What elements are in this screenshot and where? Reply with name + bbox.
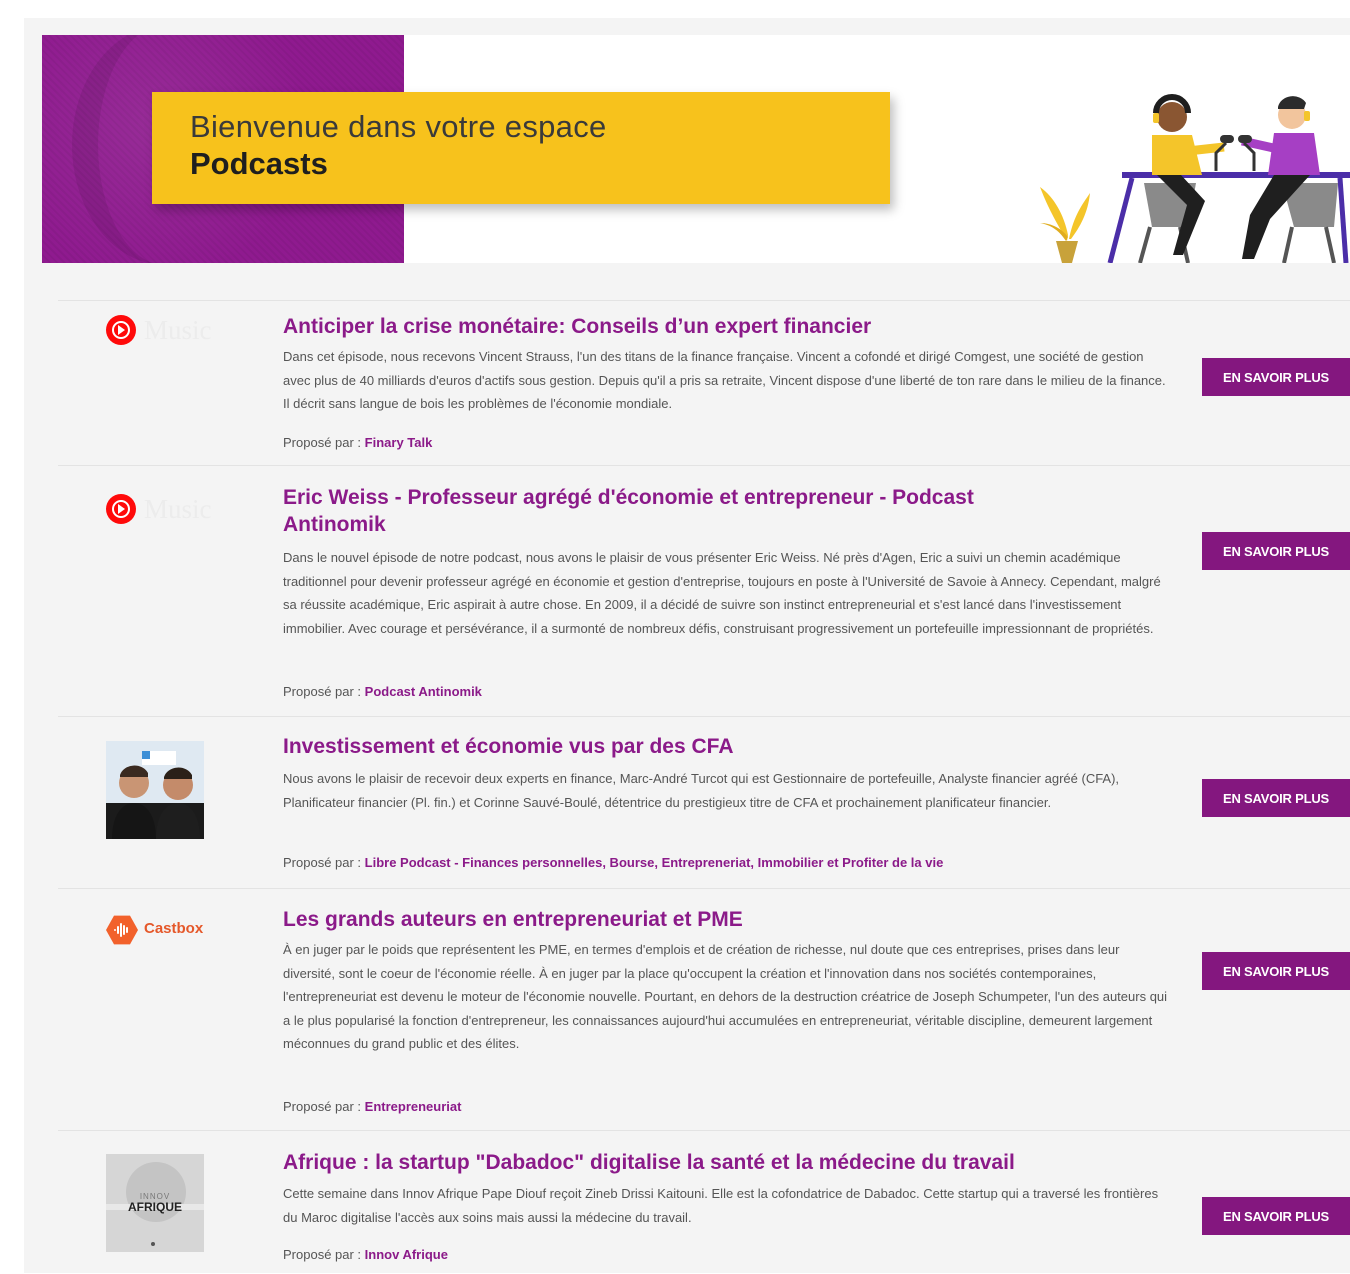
learn-more-button[interactable]: EN SAVOIR PLUS [1202,952,1350,990]
proposed-by-label: Proposé par : [283,1099,365,1114]
podcast-author[interactable]: Libre Podcast - Finances personnelles, B… [365,855,944,870]
podcast-author-line: Proposé par : Podcast Antinomik [283,684,482,699]
proposed-by-label: Proposé par : [283,1247,365,1262]
innov-afrique-cover: INNOV AFRIQUE [106,1154,204,1252]
proposed-by-label: Proposé par : [283,855,365,870]
podcast-description: Nous avons le plaisir de recevoir deux e… [283,771,1120,810]
youtube-music-logo: Music [106,313,216,347]
podcasts-page: Bienvenue dans votre espace Podcasts Mus… [24,18,1350,1273]
castbox-icon [106,915,138,945]
podcast-description: À en juger par le poids que représentent… [283,942,1168,1051]
libre-podcast-cover [106,741,204,839]
podcast-description: Dans cet épisode, nous recevons Vincent … [283,349,1166,411]
podcast-author[interactable]: Finary Talk [365,435,433,450]
proposed-by-label: Proposé par : [283,684,365,699]
castbox-logo: Castbox [106,914,226,950]
learn-more-button[interactable]: EN SAVOIR PLUS [1202,779,1350,817]
learn-more-button[interactable]: EN SAVOIR PLUS [1202,358,1350,396]
podcast-description: Dans le nouvel épisode de notre podcast,… [283,550,1161,636]
youtube-music-logo: Music [106,492,216,526]
podcast-title[interactable]: Investissement et économie vus par des C… [283,733,1083,760]
podcast-author-line: Proposé par : Finary Talk [283,435,432,450]
welcome-banner: Bienvenue dans votre espace Podcasts [42,35,1350,263]
podcast-item: Castbox Les grands auteurs en entreprene… [58,888,1350,1131]
banner-title: Podcasts [190,146,328,181]
youtube-music-icon [106,494,136,524]
podcast-author[interactable]: Entrepreneuriat [365,1099,462,1114]
podcast-item: Music Anticiper la crise monétaire: Cons… [58,300,1350,466]
platform-logo-text: Music [144,315,212,345]
learn-more-button[interactable]: EN SAVOIR PLUS [1202,532,1350,570]
podcast-description: Cette semaine dans Innov Afrique Pape Di… [283,1186,1159,1225]
proposed-by-label: Proposé par : [283,435,365,450]
podcast-author[interactable]: Podcast Antinomik [365,684,482,699]
cover-title: AFRIQUE [128,1200,182,1214]
learn-more-button[interactable]: EN SAVOIR PLUS [1202,1197,1350,1235]
banner-title-box: Bienvenue dans votre espace Podcasts [152,92,890,204]
podcast-item: Investissement et économie vus par des C… [58,716,1350,889]
banner-subtitle: Bienvenue dans votre espace [190,109,607,144]
youtube-music-icon [106,315,136,345]
podcast-item: INNOV AFRIQUE Afrique : la startup "Daba… [58,1130,1350,1274]
podcast-title[interactable]: Eric Weiss - Professeur agrégé d'économi… [283,484,1063,538]
platform-logo-text: Castbox [144,920,204,937]
podcast-hosts-illustration [1040,94,1350,263]
platform-logo-text: Music [144,494,212,524]
podcast-author[interactable]: Innov Afrique [365,1247,448,1262]
podcast-title[interactable]: Les grands auteurs en entrepreneuriat et… [283,906,1083,933]
podcast-title[interactable]: Afrique : la startup "Dabadoc" digitalis… [283,1149,1083,1176]
podcast-author-line: Proposé par : Entrepreneuriat [283,1099,461,1114]
podcast-item: Music Eric Weiss - Professeur agrégé d'é… [58,465,1350,717]
podcast-author-line: Proposé par : Libre Podcast - Finances p… [283,855,943,870]
podcast-title[interactable]: Anticiper la crise monétaire: Conseils d… [283,313,1083,340]
libre-podcast-cover-art [106,741,204,839]
podcast-author-line: Proposé par : Innov Afrique [283,1247,448,1262]
